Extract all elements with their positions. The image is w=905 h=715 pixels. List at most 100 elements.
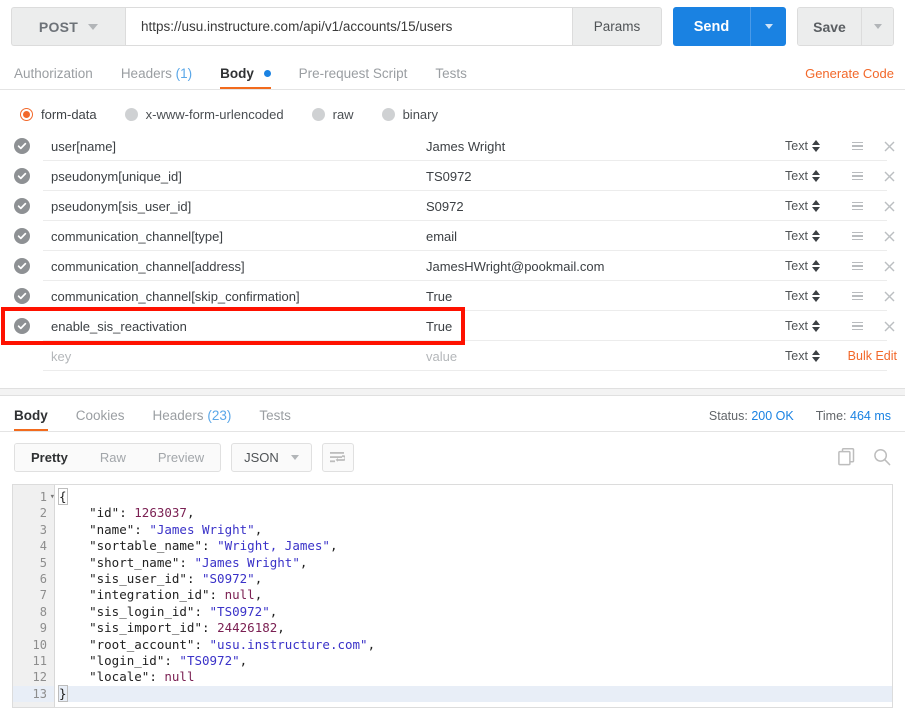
view-mode-raw[interactable]: Raw xyxy=(84,444,142,471)
http-method-dropdown[interactable]: POST xyxy=(11,7,125,46)
row-menu-button[interactable] xyxy=(841,201,873,211)
type-label: Text xyxy=(785,229,808,243)
form-data-value-input[interactable]: JamesHWright@pookmail.com xyxy=(418,259,785,274)
code-line: "sortable_name": "Wright, James", xyxy=(59,538,892,554)
code-token: "sis_user_id" xyxy=(59,570,187,586)
row-delete-button[interactable] xyxy=(873,261,905,272)
type-stepper-icon xyxy=(811,350,820,362)
form-data-value-input[interactable]: True xyxy=(418,319,785,334)
form-data-type-dropdown[interactable]: Text xyxy=(785,289,841,303)
tab-body[interactable]: Body xyxy=(206,66,285,90)
url-input[interactable] xyxy=(139,18,559,35)
form-data-value-input[interactable]: value xyxy=(418,349,785,364)
row-menu-button[interactable] xyxy=(841,291,873,301)
radio-label: form-data xyxy=(41,106,97,122)
code-line: "name": "James Wright", xyxy=(59,522,892,538)
form-data-key-input[interactable]: key xyxy=(43,349,418,364)
form-data-key-input[interactable]: communication_channel[address] xyxy=(43,259,418,274)
form-data-value-input[interactable]: S0972 xyxy=(418,199,785,214)
word-wrap-toggle[interactable] xyxy=(321,443,354,472)
response-tab-tests[interactable]: Tests xyxy=(245,408,305,432)
code-token: : xyxy=(134,521,150,537)
form-data-value-input[interactable]: email xyxy=(418,229,785,244)
form-data-key-input[interactable]: enable_sis_reactivation xyxy=(43,319,418,334)
form-data-type-dropdown[interactable]: Text xyxy=(785,319,841,333)
radio-raw[interactable]: raw xyxy=(311,107,354,122)
json-response-code[interactable]: { "id": 1263037, "name": "James Wright",… xyxy=(55,485,892,707)
code-line: "root_account": "usu.instructure.com", xyxy=(59,637,892,653)
row-menu-button[interactable] xyxy=(841,231,873,241)
row-enabled-checkbox[interactable] xyxy=(0,138,43,154)
response-format-dropdown[interactable]: JSON xyxy=(231,443,312,472)
response-body-editor[interactable]: 1 ▾ 2 3 4 5 6 7 8 9 10 11 12 13 { "id": 1263037, "nam… xyxy=(12,484,893,708)
row-enabled-checkbox[interactable] xyxy=(0,198,43,214)
row-delete-button[interactable] xyxy=(873,141,905,152)
response-tab-headers[interactable]: Headers (23) xyxy=(139,408,246,432)
row-menu-button[interactable] xyxy=(841,171,873,181)
radio-form-data[interactable]: form-data xyxy=(20,107,97,122)
form-data-key-input[interactable]: communication_channel[skip_confirmation] xyxy=(43,289,418,304)
form-data-key-input[interactable]: communication_channel[type] xyxy=(43,229,418,244)
form-data-value-input[interactable]: TS0972 xyxy=(418,169,785,184)
row-menu-button[interactable] xyxy=(841,321,873,331)
form-data-key-input[interactable]: user[name] xyxy=(43,139,418,154)
save-button[interactable]: Save xyxy=(798,8,861,45)
row-enabled-checkbox[interactable] xyxy=(0,318,43,334)
hamburger-icon xyxy=(851,201,863,211)
type-label: Text xyxy=(785,259,808,273)
save-options-dropdown[interactable] xyxy=(861,8,893,45)
radio-label: x-www-form-urlencoded xyxy=(145,106,284,122)
bulk-edit-link[interactable]: Bulk Edit xyxy=(841,349,905,363)
copy-icon xyxy=(838,448,855,466)
radio-binary[interactable]: binary xyxy=(381,107,438,122)
send-options-dropdown[interactable] xyxy=(750,7,786,46)
response-tab-cookies[interactable]: Cookies xyxy=(62,408,139,432)
view-mode-preview[interactable]: Preview xyxy=(142,444,220,471)
row-delete-button[interactable] xyxy=(873,171,905,182)
url-input-container[interactable] xyxy=(125,7,572,46)
row-delete-button[interactable] xyxy=(873,321,905,332)
response-tab-body[interactable]: Body xyxy=(14,408,62,432)
tab-headers[interactable]: Headers (1) xyxy=(107,66,206,90)
code-token: , xyxy=(367,636,376,652)
code-token: : xyxy=(149,669,165,685)
code-token: , xyxy=(186,505,195,521)
radio-x-www-form-urlencoded[interactable]: x-www-form-urlencoded xyxy=(124,106,284,122)
body-modified-dot-icon xyxy=(263,70,271,77)
row-enabled-checkbox[interactable] xyxy=(0,228,43,244)
code-line: "sis_import_id": 24426182, xyxy=(59,620,892,636)
row-delete-button[interactable] xyxy=(873,231,905,242)
row-delete-button[interactable] xyxy=(873,291,905,302)
form-data-type-dropdown[interactable]: Text xyxy=(785,169,841,183)
form-data-value-input[interactable]: James Wright xyxy=(418,139,785,154)
pane-splitter[interactable] xyxy=(0,388,905,396)
copy-button[interactable] xyxy=(838,448,855,466)
form-data-type-dropdown[interactable]: Text xyxy=(785,199,841,213)
params-button[interactable]: Params xyxy=(572,7,662,46)
send-button[interactable]: Send xyxy=(673,7,750,46)
tab-pre-request-script[interactable]: Pre-request Script xyxy=(285,66,422,90)
tab-tests[interactable]: Tests xyxy=(421,66,481,90)
form-data-type-dropdown[interactable]: Text xyxy=(785,349,841,363)
form-data-key-input[interactable]: pseudonym[unique_id] xyxy=(43,169,418,184)
row-enabled-checkbox[interactable] xyxy=(0,168,43,184)
type-stepper-icon xyxy=(811,230,820,242)
line-number-gutter: 1 ▾ 2 3 4 5 6 7 8 9 10 11 12 13 xyxy=(13,485,55,707)
form-data-value-input[interactable]: True xyxy=(418,289,785,304)
form-data-type-dropdown[interactable]: Text xyxy=(785,229,841,243)
tab-authorization[interactable]: Authorization xyxy=(14,66,107,90)
row-delete-button[interactable] xyxy=(873,201,905,212)
code-token: , xyxy=(299,554,308,570)
form-data-type-dropdown[interactable]: Text xyxy=(785,139,841,153)
row-menu-button[interactable] xyxy=(841,141,873,151)
generate-code-link[interactable]: Generate Code xyxy=(805,66,894,81)
form-data-type-dropdown[interactable]: Text xyxy=(785,259,841,273)
form-data-key-input[interactable]: pseudonym[sis_user_id] xyxy=(43,199,418,214)
row-menu-button[interactable] xyxy=(841,261,873,271)
code-token: : xyxy=(202,620,218,636)
view-mode-pretty[interactable]: Pretty xyxy=(15,444,84,471)
row-enabled-checkbox[interactable] xyxy=(0,258,43,274)
tab-label: Pre-request Script xyxy=(298,66,408,81)
row-enabled-checkbox[interactable] xyxy=(0,288,43,304)
search-button[interactable] xyxy=(873,448,891,466)
